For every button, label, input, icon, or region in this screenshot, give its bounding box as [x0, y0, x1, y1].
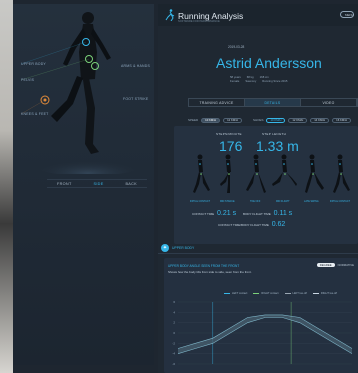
contact-time-label: CONTACT TIME — [192, 212, 215, 216]
phase-caption: INITIAL CONTACT — [330, 200, 351, 203]
menu-button[interactable]: MENU — [340, 11, 354, 18]
speed-pill-2[interactable]: 12 KM/H — [223, 117, 242, 123]
tab-front[interactable]: FRONT — [57, 182, 72, 186]
session-date: 2019-03-28 — [228, 45, 245, 49]
cadence-label: STEPS/MINUTE — [216, 132, 242, 136]
y-tick-label: -4 — [172, 352, 175, 356]
upper-body-icon: ✦ — [161, 244, 169, 252]
chart-description: Shows how the body tilts from side to si… — [168, 270, 252, 274]
upper-body-angle-chart: 6 4 2 0 -2 -4 -6 — [172, 300, 353, 366]
tab-side[interactable]: SIDE — [93, 182, 103, 186]
analysis-panel: Running Analysis SOFTWARE FOR PERFORMANC… — [158, 4, 358, 373]
metrics-card: STEPS/MINUTE 176 STEP LENGTH 1.33 m INIT… — [174, 126, 358, 244]
shoe-pill-4[interactable]: 16 KM/H — [332, 117, 352, 123]
y-tick-label: 2 — [173, 321, 175, 325]
legend-item: RIGHT contact — [253, 292, 279, 295]
legend-item: RIGHT toe-off — [312, 292, 337, 295]
toggle-degree[interactable]: DEGREE — [316, 263, 335, 267]
runner-logo-icon — [165, 9, 175, 21]
gait-phase-figures — [193, 154, 350, 193]
label-arms-hands[interactable]: ARMS & HANDS — [121, 64, 150, 68]
stat-running-since: Running Since 2015 — [262, 79, 288, 83]
flight-time-value: 0.11 s — [273, 210, 293, 217]
shoe-pill-2[interactable]: 12 KM/H — [288, 117, 308, 123]
tab-details[interactable]: DETAILS — [245, 99, 301, 106]
toggle-normative[interactable]: NORMATIVE — [338, 263, 354, 267]
app-subtitle: SOFTWARE FOR PERFORMANCE — [178, 20, 220, 23]
label-knees-feet[interactable]: KNEES & FEET — [21, 112, 49, 116]
tab-video[interactable]: VIDEO — [301, 99, 357, 106]
tab-training-advice[interactable]: TRAINING ADVICE — [189, 99, 245, 106]
phase-caption: TOE OFF — [250, 200, 261, 203]
flight-time-label: BODY FLIGHT TIME — [242, 212, 271, 216]
y-tick-label: 6 — [173, 300, 175, 304]
shoes-label: SHOES — [252, 118, 264, 122]
athlete-name: Astrid Andersson — [216, 55, 322, 71]
app-header: Running Analysis SOFTWARE FOR PERFORMANC… — [158, 4, 358, 26]
phase-caption: LATE SWING — [304, 200, 319, 203]
view-tabs: FRONT SIDE BACK — [47, 179, 147, 188]
contact-flight-row: CONTACT TIME 0.21 s BODY FLIGHT TIME 0.1… — [192, 210, 292, 217]
section-title: UPPER BODY — [172, 246, 195, 250]
upper-body-chart-card: UPPER BODY ANGLE SEEN FROM THE FRONT Sho… — [164, 258, 358, 373]
y-tick-label: -2 — [172, 341, 175, 345]
legend-item: LEFT contact — [224, 292, 248, 295]
chart-legend: LEFT contact RIGHT contact LEFT toe-off … — [224, 292, 337, 295]
chart-toggle: DEGREE NORMATIVE — [316, 263, 354, 267]
label-upper-body[interactable]: UPPER BODY — [21, 62, 46, 66]
label-foot-strike[interactable]: FOOT STRIKE — [123, 97, 148, 101]
athlete-stats-2: Female Saucony Running Since 2015 — [230, 79, 330, 83]
legend-item: LEFT toe-off — [284, 292, 307, 295]
speed-pill-1[interactable]: 10 KM/H — [201, 117, 221, 123]
phase-caption: INITIAL CONTACT — [190, 200, 211, 203]
section-header[interactable]: ✦ UPPER BODY — [158, 242, 358, 254]
runner-model-panel: UPPER BODY ARMS & HANDS PELVIS KNEES & F… — [13, 4, 154, 365]
ratio-row: CONTACT TIME/BODY FLIGHT TIME 0.62 — [218, 221, 285, 228]
filter-row: SPEED 10 KM/H 12 KM/H SHOES 10 KM/H 12 K… — [188, 117, 358, 123]
ratio-label: CONTACT TIME/BODY FLIGHT TIME — [218, 223, 269, 227]
background-photo-strip — [0, 0, 13, 373]
stat-shoe: Saucony — [245, 79, 257, 83]
ratio-value: 0.62 — [271, 221, 286, 228]
label-pelvis[interactable]: PELVIS — [21, 78, 34, 82]
cadence-value: 176 — [219, 138, 243, 154]
main-tabs: TRAINING ADVICE DETAILS VIDEO — [188, 98, 358, 107]
y-tick-label: 4 — [173, 310, 175, 314]
phase-caption: MID STANCE — [220, 200, 235, 203]
phase-caption: MID FLIGHT — [276, 200, 290, 203]
stride-value: 1.33 m — [256, 138, 299, 154]
stride-label: STEP LENGTH — [262, 132, 287, 136]
speed-label: SPEED — [188, 118, 199, 122]
shoe-pill-3[interactable]: 14 KM/H — [310, 117, 330, 123]
tab-back[interactable]: BACK — [125, 182, 137, 186]
chart-title: UPPER BODY ANGLE SEEN FROM THE FRONT — [168, 264, 240, 268]
contact-time-value: 0.21 s — [217, 210, 237, 217]
runner-figure — [20, 12, 148, 174]
range-band — [178, 314, 352, 354]
y-tick-label: 0 — [173, 331, 175, 335]
shoe-pill-1[interactable]: 10 KM/H — [266, 117, 286, 123]
y-tick-label: -6 — [172, 362, 175, 366]
stat-gender: Female — [230, 79, 240, 83]
